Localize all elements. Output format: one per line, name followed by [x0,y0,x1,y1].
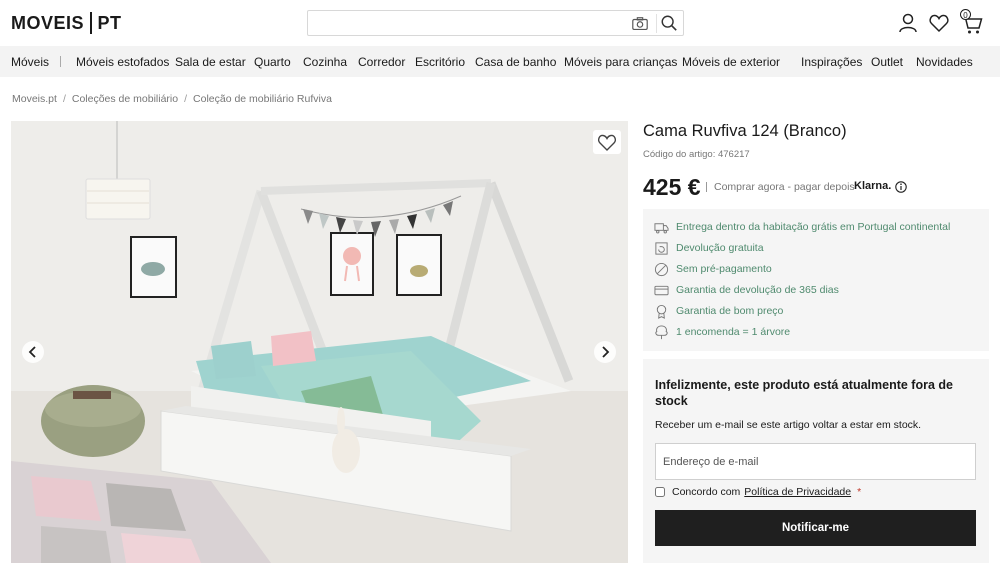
out-of-stock-panel: Infelizmente, este produto está atualmen… [643,359,989,563]
card-icon [654,285,669,295]
product-photo-illustration [11,121,628,563]
privacy-consent[interactable]: Concordo com Política de Privacidade * [655,486,861,498]
stock-title: Infelizmente, este produto está atualmen… [655,378,953,408]
truck-icon [654,222,669,233]
nav-item-novidades[interactable]: Novidades [916,55,973,69]
benefits-panel: Entrega dentro da habitação grátis em Po… [643,209,989,351]
privacy-checkbox[interactable] [655,487,665,497]
site-logo[interactable]: MOVEIS PT [11,12,122,34]
nav-item-moveis-criancas[interactable]: Móveis para crianças [564,55,677,69]
camera-search-icon[interactable] [631,15,649,33]
account-icon[interactable] [897,12,919,34]
benefit-item: Entrega dentro da habitação grátis em Po… [654,219,950,235]
search-bar[interactable] [307,10,684,36]
consent-text: Concordo com [672,486,741,498]
wishlist-icon[interactable] [928,12,950,34]
price-separator [706,182,707,192]
chevron-left-icon [28,346,36,358]
image-next-button[interactable] [594,341,616,363]
product-price: 425 € [643,174,701,200]
tree-icon [655,324,668,339]
breadcrumb-separator: / [62,93,66,105]
breadcrumb-item[interactable]: Moveis.pt [12,93,57,105]
breadcrumb-separator: / [184,93,188,105]
nav-item-moveis-estofados[interactable]: Móveis estofados [76,55,169,69]
benefit-text: 1 encomenda = 1 árvore [676,326,791,338]
privacy-policy-link[interactable]: Política de Privacidade [744,486,851,498]
benefit-item: Garantia de bom preço [654,303,783,319]
heart-icon [598,134,616,151]
benefit-item: Sem pré-pagamento [654,261,772,277]
nav-item-outlet[interactable]: Outlet [871,55,903,69]
nav-item-quarto[interactable]: Quarto [254,55,291,69]
nav-separator [60,56,61,67]
nav-item-escritorio[interactable]: Escritório [415,55,465,69]
benefit-item: 1 encomenda = 1 árvore [654,324,790,340]
search-divider [656,14,657,33]
info-icon[interactable] [895,181,907,193]
cart-count-badge: 0 [960,9,971,20]
logo-text-left: MOVEIS [11,12,85,33]
product-sku: Código do artigo: 476217 [643,149,750,160]
klarna-logo: Klarna. [854,180,892,192]
nav-item-casa-de-banho[interactable]: Casa de banho [475,55,556,69]
logo-separator [90,12,92,34]
breadcrumb-item[interactable]: Coleções de mobiliário [72,93,178,105]
product-title: Cama Ruvfiva 124 (Branco) [643,122,847,140]
klarna-text: Comprar agora - pagar depois [714,181,855,193]
required-mark: * [857,486,862,498]
benefit-text: Entrega dentro da habitação grátis em Po… [676,221,951,233]
benefit-text: Sem pré-pagamento [676,263,772,275]
product-image[interactable] [11,121,628,563]
nav-item-cozinha[interactable]: Cozinha [303,55,347,69]
benefit-item: Garantia de devolução de 365 dias [654,282,839,298]
nav-item-corredor[interactable]: Corredor [358,55,405,69]
main-navigation: Móveis Móveis estofados Sala de estar Qu… [0,46,1000,77]
chevron-right-icon [602,346,610,358]
search-input[interactable] [308,11,608,35]
benefit-text: Garantia de devolução de 365 dias [676,284,839,296]
medal-icon [656,304,667,319]
stock-subtitle: Receber um e-mail se este artigo voltar … [655,419,922,431]
search-icon[interactable] [660,14,678,32]
no-prepayment-icon [654,262,669,276]
email-field[interactable] [655,443,976,480]
image-prev-button[interactable] [22,341,44,363]
image-wishlist-button[interactable] [593,130,621,154]
return-icon [655,241,668,255]
logo-text-right: PT [97,12,122,33]
site-header: MOVEIS PT 0 [0,0,1000,46]
breadcrumb: Moveis.pt / Coleções de mobiliário / Coleção… [12,93,332,105]
benefit-text: Garantia de bom preço [676,305,784,317]
benefit-text: Devolução gratuita [676,242,764,254]
nav-item-moveis[interactable]: Móveis [11,55,49,69]
nav-item-sala-de-estar[interactable]: Sala de estar [175,55,246,69]
benefit-item: Devolução gratuita [654,240,764,256]
notify-me-button[interactable]: Notificar-me [655,510,976,546]
breadcrumb-item[interactable]: Coleção de mobiliário Rufviva [193,93,332,105]
nav-item-moveis-exterior[interactable]: Móveis de exterior [682,55,780,69]
nav-item-inspiracoes[interactable]: Inspirações [801,55,862,69]
